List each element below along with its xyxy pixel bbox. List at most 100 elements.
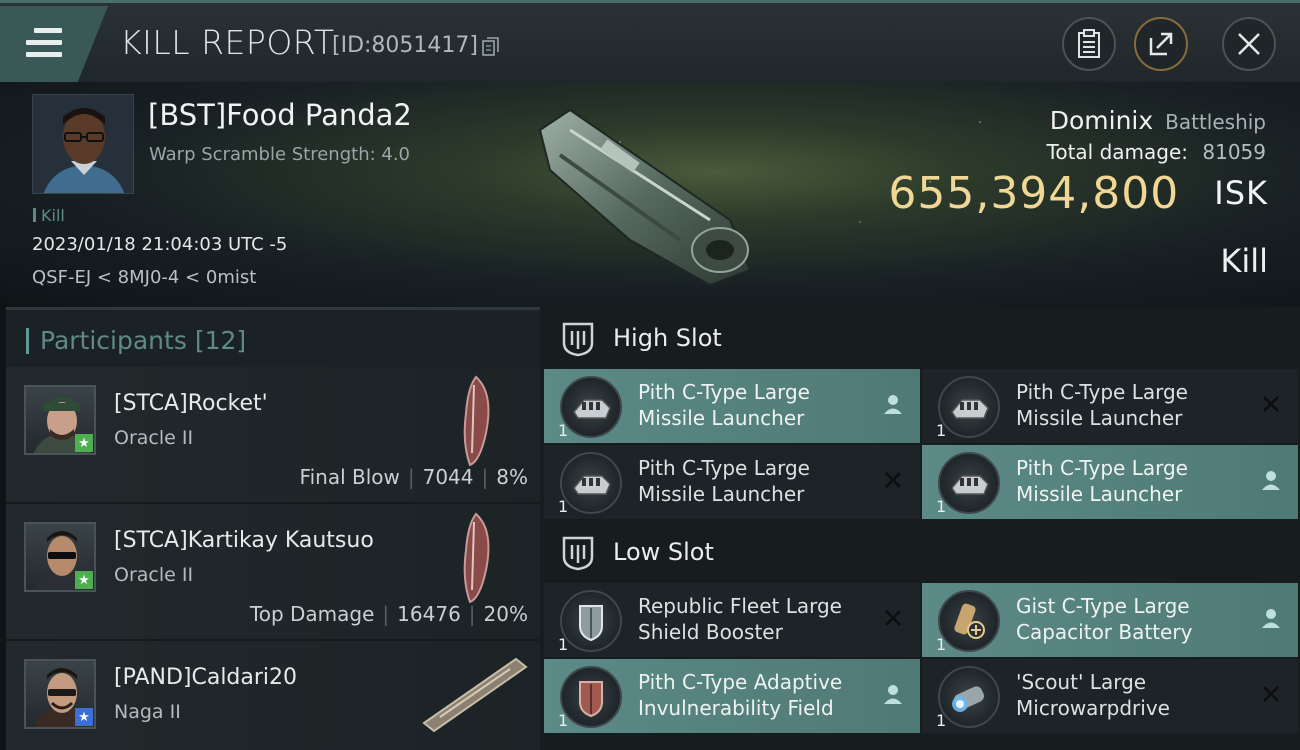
module-quantity: 1	[558, 711, 569, 730]
participant-ship: Oracle II	[114, 427, 194, 449]
module-quantity: 1	[558, 635, 569, 654]
menu-button[interactable]	[0, 6, 108, 82]
participants-panel: Participants [12] ★ [STCA]Rocket' Oracle…	[6, 307, 540, 750]
participant-ship-icon	[463, 512, 490, 604]
module-item[interactable]: 1 Pith C-Type Large Missile Launcher	[922, 369, 1298, 443]
module-name: 'Scout' Large Microwarpdrive	[1016, 670, 1170, 720]
participant-role: Top Damage	[249, 602, 375, 626]
module-name: Gist C-Type Large Capacitor Battery	[1016, 594, 1193, 644]
victim-ship-name: Dominix	[1049, 106, 1154, 135]
share-icon	[1149, 32, 1173, 56]
total-damage-value: 81059	[1202, 140, 1266, 164]
module-name: Pith C-Type Large Missile Launcher	[638, 456, 810, 506]
share-button[interactable]	[1134, 17, 1188, 71]
microwarpdrive-icon	[938, 666, 1000, 728]
participant-damage: 16476	[397, 602, 461, 626]
close-icon	[1238, 33, 1260, 55]
title-bar: KILL REPORT [ID:8051417]	[0, 0, 1300, 82]
participants-count: [12]	[194, 326, 247, 355]
module-name: Republic Fleet Large Shield Booster	[638, 594, 842, 644]
participant-damage: 7044	[422, 465, 474, 489]
participant-ship-icon	[463, 375, 490, 467]
participant-ship: Naga II	[114, 701, 181, 723]
participant-role: Final Blow	[299, 465, 400, 489]
high-slot-modules: 1 Pith C-Type Large Missile Launcher 1 P…	[544, 369, 1300, 519]
participant-stats: Final Blow | 7044 | 8%	[299, 465, 528, 489]
kill-datetime: 2023/01/18 21:04:03 UTC -5	[32, 234, 288, 255]
participant-ship: Oracle II	[114, 564, 194, 586]
module-quantity: 1	[936, 497, 947, 516]
page-title: KILL REPORT	[120, 23, 335, 62]
participant-percent: 8%	[496, 465, 528, 489]
low-slot-header: Low Slot	[540, 521, 1300, 583]
victim-ship[interactable]: Dominix Battleship	[1050, 106, 1266, 135]
shield-booster-icon	[560, 590, 622, 652]
participant-name[interactable]: [STCA]Kartikay Kautsuo	[114, 528, 374, 553]
victim-ship-image	[538, 108, 752, 287]
clipboard-icon	[1078, 29, 1100, 58]
module-item[interactable]: 1 Pith C-Type Large Missile Launcher	[544, 445, 920, 519]
close-icon	[1260, 393, 1282, 415]
module-quantity: 1	[558, 497, 569, 516]
participants-title: Participants [12]	[40, 326, 247, 355]
module-quantity: 1	[936, 421, 947, 440]
module-item[interactable]: 1 Republic Fleet Large Shield Booster	[544, 583, 920, 657]
module-item[interactable]: 1 Pith C-Type Large Missile Launcher	[544, 369, 920, 443]
participant-row[interactable]: ★ [STCA]Kartikay Kautsuo Oracle II Top D…	[6, 504, 540, 641]
missile-launcher-icon	[938, 376, 1000, 438]
high-slot-header: High Slot	[540, 307, 1300, 369]
participant-row[interactable]: ★ [STCA]Rocket' Oracle II Final Blow | 704…	[6, 367, 540, 504]
avatar[interactable]: ★	[24, 385, 96, 455]
slot-rack-icon	[562, 322, 594, 357]
module-name: Pith C-Type Large Missile Launcher	[638, 380, 810, 430]
victim-ship-class: Battleship	[1165, 110, 1266, 134]
copy-icon[interactable]	[482, 37, 500, 57]
module-item[interactable]: 1 Pith C-Type Adaptive Invulnerability F…	[544, 659, 920, 733]
avatar[interactable]: ★	[24, 659, 96, 729]
participant-ship-icon	[422, 657, 528, 733]
kill-summary-banner: [BST]Food Panda2 Warp Scramble Strength:…	[0, 82, 1300, 307]
participant-name[interactable]: [STCA]Rocket'	[114, 391, 268, 416]
participant-row[interactable]: ★ [PAND]Caldari20 Naga II	[6, 641, 540, 750]
isk-value: 655,394,800 ISK	[888, 168, 1268, 219]
kill-location[interactable]: QSF-EJ < 8MJ0-4 < 0mist	[32, 267, 256, 288]
module-name: Pith C-Type Adaptive Invulnerability Fie…	[638, 670, 843, 720]
close-icon	[882, 607, 904, 629]
module-name: Pith C-Type Large Missile Launcher	[1016, 380, 1188, 430]
module-name: Pith C-Type Large Missile Launcher	[1016, 456, 1188, 506]
avatar[interactable]: ★	[24, 522, 96, 592]
low-slot-title: Low Slot	[613, 538, 714, 566]
missile-launcher-icon	[560, 452, 622, 514]
pilot-icon	[1260, 607, 1282, 629]
fitting-panel: High Slot 1 Pith C-Type Large Missile La…	[540, 307, 1300, 750]
isk-amount: 655,394,800	[888, 168, 1180, 219]
module-item[interactable]: 1 Pith C-Type Large Missile Launcher	[922, 445, 1298, 519]
module-quantity: 1	[558, 421, 569, 440]
slot-rack-icon	[562, 536, 594, 571]
total-damage-label: Total damage:	[1046, 140, 1189, 164]
hamburger-menu-icon	[26, 28, 62, 58]
kill-tag: Kill	[33, 206, 65, 225]
participant-stats: Top Damage | 16476 | 20%	[249, 602, 528, 626]
missile-launcher-icon	[938, 452, 1000, 514]
module-item[interactable]: 1 Gist C-Type Large Capacitor Battery	[922, 583, 1298, 657]
kill-result: Kill	[1220, 242, 1268, 280]
report-id: [ID:8051417]	[332, 33, 478, 58]
isk-unit: ISK	[1214, 174, 1268, 212]
clipboard-button[interactable]	[1062, 17, 1116, 71]
participant-name[interactable]: [PAND]Caldari20	[114, 665, 297, 690]
victim-name[interactable]: [BST]Food Panda2	[148, 98, 412, 132]
warp-scramble-strength: Warp Scramble Strength: 4.0	[149, 144, 411, 165]
participants-header: Participants [12]	[6, 307, 540, 367]
star-badge: ★	[75, 708, 93, 726]
pilot-icon	[1260, 469, 1282, 491]
module-item[interactable]: 1 'Scout' Large Microwarpdrive	[922, 659, 1298, 733]
star-badge: ★	[75, 571, 93, 589]
module-quantity: 1	[936, 711, 947, 730]
victim-portrait[interactable]	[32, 94, 134, 194]
pilot-icon	[882, 393, 904, 415]
pilot-icon	[882, 683, 904, 705]
participant-percent: 20%	[483, 602, 528, 626]
close-button[interactable]	[1222, 17, 1276, 71]
capacitor-battery-icon	[938, 590, 1000, 652]
